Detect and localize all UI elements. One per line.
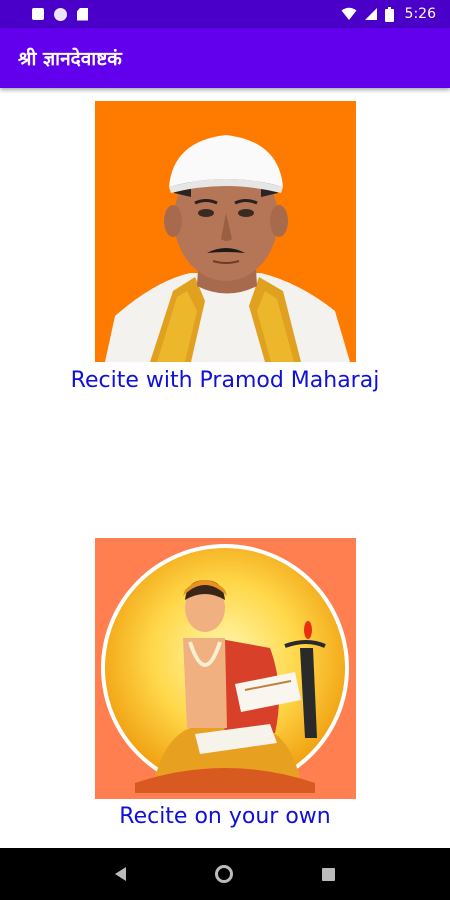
status-bar: 5:26 [0, 0, 450, 28]
recite-with-pramod-maharaj-button[interactable]: Recite with Pramod Maharaj [0, 368, 450, 393]
status-time: 5:26 [404, 6, 436, 22]
back-icon[interactable] [114, 867, 126, 881]
main-content: Recite with Pramod Maharaj Recite on you… [0, 88, 450, 848]
status-notifications [32, 7, 88, 21]
pramod-maharaj-image[interactable] [95, 101, 356, 362]
notification-circle-icon [54, 7, 67, 21]
notification-a-icon [32, 8, 44, 20]
sant-dnyaneshwar-image[interactable] [95, 538, 356, 799]
wifi-icon [341, 7, 357, 20]
signal-icon [364, 8, 377, 20]
status-system: 5:26 [341, 6, 436, 22]
recite-on-your-own-button[interactable]: Recite on your own [0, 804, 450, 829]
recents-icon[interactable] [322, 867, 336, 881]
sant-dnyaneshwar-painting-icon [95, 538, 356, 799]
battery-icon [384, 6, 394, 22]
sim-card-icon [77, 7, 88, 21]
pramod-maharaj-portrait-icon [95, 101, 356, 362]
home-icon[interactable] [214, 865, 233, 883]
app-title: श्री ज्ञानदेवाष्टकं [18, 48, 122, 70]
navigation-bar [0, 848, 450, 900]
app-bar: श्री ज्ञानदेवाष्टकं [0, 28, 450, 88]
